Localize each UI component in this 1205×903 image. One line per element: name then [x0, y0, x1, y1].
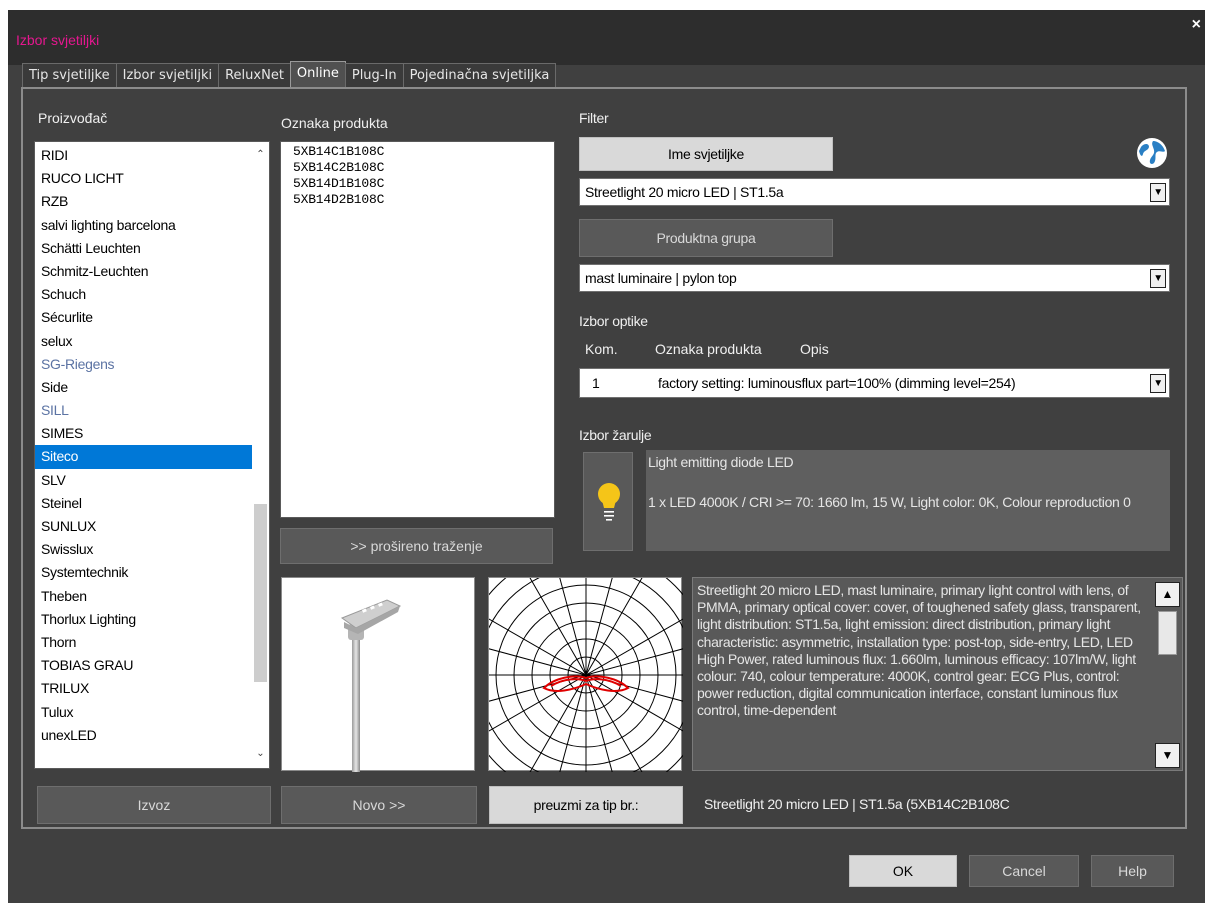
- chevron-down-icon[interactable]: ▼: [1150, 269, 1166, 288]
- tab-online[interactable]: Online: [289, 61, 346, 87]
- tab-reluxnet[interactable]: ReluxNet: [218, 63, 291, 87]
- product-group-value: mast luminaire | pylon top: [585, 270, 737, 286]
- cancel-button[interactable]: Cancel: [969, 855, 1079, 887]
- list-item[interactable]: 5XB14D2B108C: [281, 192, 554, 208]
- optics-select[interactable]: 1 factory setting: luminousflux part=100…: [579, 368, 1170, 398]
- product-group-button[interactable]: Produktna grupa: [579, 219, 833, 257]
- list-item[interactable]: SLV: [35, 469, 253, 492]
- description-text: Streetlight 20 micro LED, mast luminaire…: [697, 582, 1141, 719]
- lamp-button[interactable]: [583, 452, 633, 551]
- lamp-description: Light emitting diode LED 1 x LED 4000K /…: [646, 450, 1170, 551]
- light-distribution-diagram: [448, 537, 724, 813]
- manufacturer-list[interactable]: RIDI RUCO LICHT RZB salvi lighting barcelon…: [34, 141, 270, 769]
- lamp-details: 1 x LED 4000K / CRI >= 70: 1660 lm, 15 W…: [648, 494, 1131, 510]
- new-button[interactable]: Novo >>: [281, 786, 477, 824]
- list-item[interactable]: TOBIAS GRAU: [35, 654, 253, 677]
- globe-icon[interactable]: [1133, 135, 1171, 171]
- title-bar: Izbor svjetiljki ×: [8, 10, 1205, 65]
- list-item[interactable]: Schmitz-Leuchten: [35, 260, 253, 283]
- selected-luminaire-status: Streetlight 20 micro LED | ST1.5a (5XB14…: [704, 796, 1010, 812]
- luminaire-description: Streetlight 20 micro LED, mast luminaire…: [692, 577, 1183, 771]
- streetlight-icon: [340, 599, 402, 772]
- lamp-type: Light emitting diode LED: [648, 454, 794, 470]
- chevron-down-icon[interactable]: ▼: [1150, 374, 1166, 393]
- luminaire-name-select[interactable]: Streetlight 20 micro LED | ST1.5a ▼: [579, 178, 1170, 206]
- list-item[interactable]: SILL: [35, 399, 253, 422]
- list-item[interactable]: SUNLUX: [35, 515, 253, 538]
- list-item[interactable]: SIMES: [35, 422, 253, 445]
- lightbulb-icon: [598, 483, 620, 521]
- luminaire-image: [281, 577, 475, 772]
- ok-button[interactable]: OK: [849, 855, 957, 887]
- list-item[interactable]: Schuch: [35, 283, 253, 306]
- lamp-label: Izbor žarulje: [579, 427, 652, 443]
- list-item[interactable]: 5XB14D1B108C: [281, 176, 554, 192]
- close-icon[interactable]: ×: [1192, 16, 1201, 34]
- list-item[interactable]: 5XB14C2B108C: [281, 160, 554, 176]
- luminaire-name-button[interactable]: Ime svjetiljke: [579, 137, 833, 171]
- scroll-thumb[interactable]: [254, 504, 267, 682]
- manufacturer-scrollbar[interactable]: ⌃ ⌄: [252, 142, 269, 768]
- list-item[interactable]: RZB: [35, 190, 253, 213]
- window-title: Izbor svjetiljki: [16, 32, 100, 48]
- tab-bar: Tip svjetiljke Izbor svjetiljki ReluxNet…: [22, 61, 557, 87]
- code-column-label: Oznaka produkta: [655, 341, 762, 357]
- luminaire-name-value: Streetlight 20 micro LED | ST1.5a: [585, 184, 784, 200]
- list-item[interactable]: SG-Riegens: [35, 353, 253, 376]
- tab-plug-in[interactable]: Plug-In: [344, 63, 404, 87]
- list-item[interactable]: unexLED: [35, 724, 253, 747]
- desc-column-label: Opis: [800, 341, 829, 357]
- list-item[interactable]: selux: [35, 330, 253, 353]
- product-code-label: Oznaka produkta: [281, 115, 388, 131]
- list-item[interactable]: Theben: [35, 585, 253, 608]
- scroll-up-icon[interactable]: ▲: [1155, 582, 1180, 607]
- product-group-select[interactable]: mast luminaire | pylon top ▼: [579, 264, 1170, 292]
- description-scrollbar[interactable]: ▲ ▼: [1155, 582, 1180, 768]
- scroll-down-icon[interactable]: ▼: [1155, 743, 1180, 768]
- list-item[interactable]: TRILUX: [35, 677, 253, 700]
- help-button[interactable]: Help: [1091, 855, 1174, 887]
- tab-tip-svjetiljke[interactable]: Tip svjetiljke: [22, 63, 117, 87]
- list-item[interactable]: Side: [35, 376, 253, 399]
- optics-label: Izbor optike: [579, 313, 648, 329]
- list-item[interactable]: Schätti Leuchten: [35, 237, 253, 260]
- scroll-up-icon[interactable]: ⌃: [252, 146, 269, 163]
- optics-kom-value: 1: [592, 375, 600, 391]
- list-item[interactable]: RUCO LICHT: [35, 167, 253, 190]
- optics-value: factory setting: luminousflux part=100% …: [658, 375, 1016, 391]
- list-item[interactable]: Thorn: [35, 631, 253, 654]
- list-item[interactable]: 5XB14C1B108C: [281, 144, 554, 160]
- list-item[interactable]: RIDI: [35, 144, 253, 167]
- list-item[interactable]: Swisslux: [35, 538, 253, 561]
- tab-pojedinacna-svjetiljka[interactable]: Pojedinačna svjetiljka: [402, 63, 557, 87]
- list-item[interactable]: Tulux: [35, 701, 253, 724]
- list-item[interactable]: Sécurlite: [35, 306, 253, 329]
- scroll-thumb[interactable]: [1158, 611, 1177, 655]
- list-item[interactable]: salvi lighting barcelona: [35, 214, 253, 237]
- extended-search-button[interactable]: >> prošireno traženje: [280, 528, 553, 564]
- list-item[interactable]: Siteco: [35, 445, 253, 469]
- chevron-down-icon[interactable]: ▼: [1150, 183, 1166, 202]
- take-for-type-button[interactable]: preuzmi za tip br.:: [489, 786, 683, 824]
- product-list[interactable]: 5XB14C1B108C 5XB14C2B108C 5XB14D1B108C 5…: [280, 141, 555, 518]
- list-item[interactable]: Thorlux Lighting: [35, 608, 253, 631]
- scroll-down-icon[interactable]: ⌄: [252, 745, 269, 762]
- tab-izbor-svjetiljki[interactable]: Izbor svjetiljki: [115, 63, 220, 87]
- manufacturer-label: Proizvođač: [38, 110, 108, 126]
- list-item[interactable]: Steinel: [35, 492, 253, 515]
- polar-diagram: [448, 537, 724, 813]
- export-button[interactable]: Izvoz: [37, 786, 271, 824]
- kom-column-label: Kom.: [585, 341, 618, 357]
- list-item[interactable]: Systemtechnik: [35, 561, 253, 584]
- filter-label: Filter: [579, 110, 609, 126]
